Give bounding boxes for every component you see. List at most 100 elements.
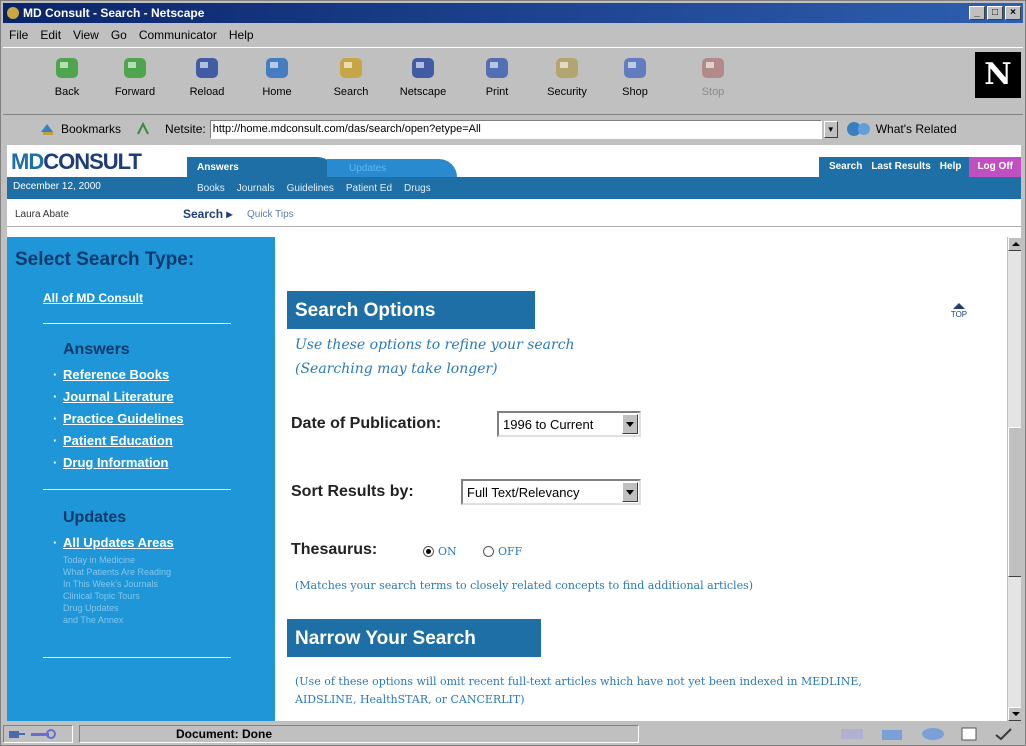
- sidebar-link-journal-literature[interactable]: Journal Literature: [53, 389, 173, 404]
- status-text: Document: Done: [79, 725, 639, 743]
- subnav-guidelines[interactable]: Guidelines: [287, 183, 334, 194]
- navigator-icon[interactable]: [839, 726, 867, 742]
- header-help-link[interactable]: Help: [940, 161, 962, 177]
- lock-icon: [552, 54, 582, 82]
- whats-related-icon: [846, 122, 870, 136]
- date-of-publication-select[interactable]: 1996 to Current: [497, 411, 641, 437]
- menu-help[interactable]: Help: [223, 28, 260, 42]
- chevron-down-icon[interactable]: [622, 414, 638, 434]
- chevron-down-icon[interactable]: [622, 482, 638, 502]
- sidebar-answers-title: Answers: [63, 341, 130, 358]
- header-search-link[interactable]: Search: [829, 161, 862, 177]
- sort-results-select[interactable]: Full Text/Relevancy: [461, 479, 641, 505]
- subnav-books[interactable]: Books: [197, 183, 225, 194]
- netscape-logo: N: [975, 52, 1021, 98]
- security-key-icon: [31, 729, 56, 739]
- reload-button[interactable]: Reload: [179, 52, 235, 112]
- menu-communicator[interactable]: Communicator: [133, 28, 223, 42]
- header-last-results-link[interactable]: Last Results: [871, 161, 930, 177]
- subnav-drugs[interactable]: Drugs: [404, 183, 431, 194]
- top-link[interactable]: TOP: [947, 303, 971, 319]
- thesaurus-on-radio[interactable]: ON: [423, 545, 457, 558]
- menu-file[interactable]: File: [3, 28, 34, 42]
- thesaurus-off-radio[interactable]: OFF: [483, 545, 522, 558]
- url-dropdown-button[interactable]: ▼: [823, 120, 838, 138]
- search-options-heading: Search Options: [287, 291, 535, 329]
- toolbar-label: Print: [485, 86, 509, 98]
- menu-edit[interactable]: Edit: [34, 28, 67, 42]
- home-button[interactable]: Home: [249, 52, 305, 112]
- netscape-app-icon: [7, 7, 19, 19]
- url-input[interactable]: http://home.mdconsult.com/das/search/ope…: [209, 119, 822, 139]
- sidebar-update-item[interactable]: Today in Medicine: [63, 555, 135, 565]
- scroll-down-button[interactable]: [1008, 707, 1021, 721]
- narrow-note: (Use of these options will omit recent f…: [295, 675, 862, 688]
- scroll-up-button[interactable]: [1008, 237, 1021, 251]
- menu-view[interactable]: View: [67, 28, 105, 42]
- menu-go[interactable]: Go: [105, 28, 133, 42]
- sidebar-divider: [43, 323, 231, 324]
- discussion-icon[interactable]: [919, 726, 947, 742]
- forward-arrow-icon: [120, 54, 150, 82]
- shop-button[interactable]: Shop: [607, 52, 663, 112]
- window-title: MD Consult - Search - Netscape: [23, 6, 205, 20]
- bookmarks-button[interactable]: Bookmarks: [39, 122, 121, 136]
- quick-tips-link[interactable]: Quick Tips: [247, 209, 294, 220]
- minimize-button[interactable]: _: [969, 6, 985, 20]
- sidebar-update-item[interactable]: In This Week's Journals: [63, 579, 158, 589]
- maximize-button[interactable]: □: [987, 6, 1003, 20]
- sidebar-link-drug-information[interactable]: Drug Information: [53, 455, 168, 470]
- sidebar-link-all[interactable]: All of MD Consult: [43, 291, 143, 305]
- logoff-button[interactable]: Log Off: [969, 157, 1021, 177]
- location-drag-icon[interactable]: [135, 122, 151, 136]
- radio-selected-icon[interactable]: [423, 546, 434, 557]
- narrow-your-search-heading: Narrow Your Search: [287, 619, 541, 657]
- title-bar: MD Consult - Search - Netscape _ □ ×: [3, 3, 1023, 23]
- search-button[interactable]: Search: [323, 52, 379, 112]
- reload-icon: [192, 54, 222, 82]
- radio-unselected-icon[interactable]: [483, 546, 494, 557]
- composer-icon[interactable]: [959, 726, 981, 742]
- sidebar-link-all-updates[interactable]: All Updates Areas: [53, 535, 174, 550]
- print-icon: [482, 54, 512, 82]
- back-button[interactable]: Back: [39, 52, 95, 112]
- subnav-patient-ed[interactable]: Patient Ed: [346, 183, 392, 194]
- sort-selected-value: Full Text/Relevancy: [467, 485, 580, 500]
- print-button[interactable]: Print: [469, 52, 525, 112]
- mail-icon[interactable]: [879, 726, 907, 742]
- search-icon: [336, 54, 366, 82]
- search-options-description: (Searching may take longer): [295, 361, 498, 377]
- user-name: Laura Abate: [15, 209, 69, 220]
- sidebar-link-patient-education[interactable]: Patient Education: [53, 433, 173, 448]
- security-button[interactable]: Security: [539, 52, 595, 112]
- toolbar-label: Forward: [114, 86, 156, 98]
- top-arrow-icon: [953, 303, 965, 309]
- scroll-thumb[interactable]: [1008, 427, 1021, 577]
- thesaurus-on-label: ON: [438, 545, 457, 558]
- sidebar-update-item[interactable]: Clinical Topic Tours: [63, 591, 140, 601]
- sidebar-update-item[interactable]: and The Annex: [63, 615, 123, 625]
- sidebar-update-item[interactable]: What Patients Are Reading: [63, 567, 171, 577]
- search-options-description: Use these options to refine your search: [295, 337, 575, 353]
- whats-related-button[interactable]: What's Related: [846, 121, 957, 137]
- tab-answers[interactable]: Answers: [187, 157, 337, 177]
- checkmark-icon[interactable]: [993, 726, 1015, 742]
- sidebar-update-item[interactable]: Drug Updates: [63, 603, 119, 613]
- component-bar: [839, 726, 1023, 742]
- vertical-scrollbar[interactable]: [1007, 237, 1021, 721]
- stop-button[interactable]: Stop: [685, 52, 741, 112]
- thesaurus-label: Thesaurus:: [291, 541, 378, 558]
- bookmark-icon: [41, 124, 53, 135]
- subnav-journals[interactable]: Journals: [237, 183, 275, 194]
- sidebar-link-practice-guidelines[interactable]: Practice Guidelines: [53, 411, 184, 426]
- breadcrumb-search[interactable]: Search ▸: [183, 207, 232, 221]
- netsite-label: Netsite:: [165, 122, 206, 136]
- netscape-button[interactable]: Netscape: [395, 52, 451, 112]
- tab-updates[interactable]: Updates: [327, 159, 457, 177]
- search-type-sidebar: Select Search Type: All of MD Consult An…: [7, 237, 275, 721]
- close-button[interactable]: ×: [1005, 6, 1021, 20]
- forward-button[interactable]: Forward: [107, 52, 163, 112]
- bookmarks-label: Bookmarks: [61, 122, 122, 136]
- toolbar-label: Shop: [622, 86, 648, 98]
- sidebar-link-reference-books[interactable]: Reference Books: [53, 367, 169, 382]
